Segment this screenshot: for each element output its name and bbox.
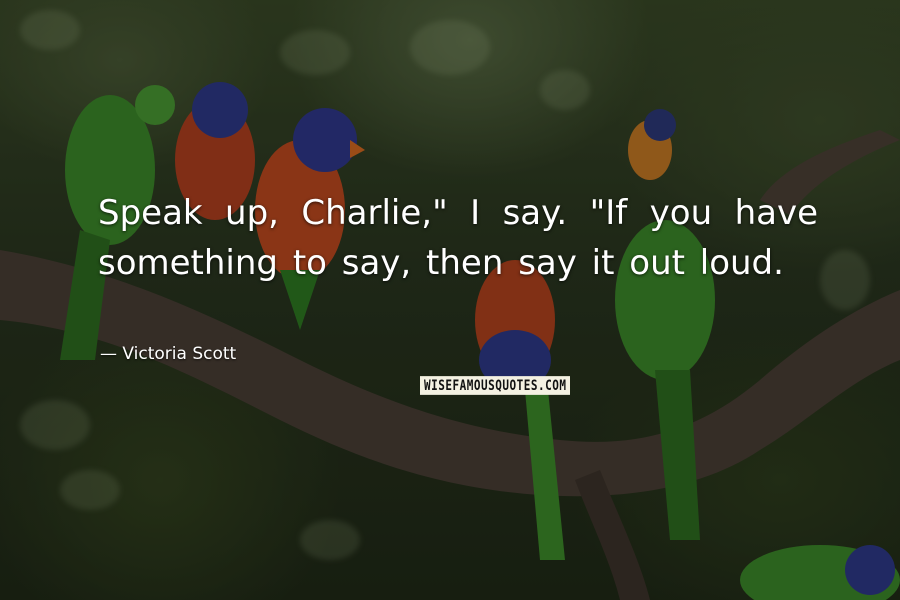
watermark-logo: WISEFAMOUSQUOTES.COM [420, 376, 571, 395]
quote-author: — Victoria Scott [100, 344, 237, 364]
dark-overlay [0, 0, 900, 600]
quote-image: Speak up, Charlie," I say. "If you have … [0, 0, 900, 600]
quote-text: Speak up, Charlie," I say. "If you have … [98, 193, 818, 283]
